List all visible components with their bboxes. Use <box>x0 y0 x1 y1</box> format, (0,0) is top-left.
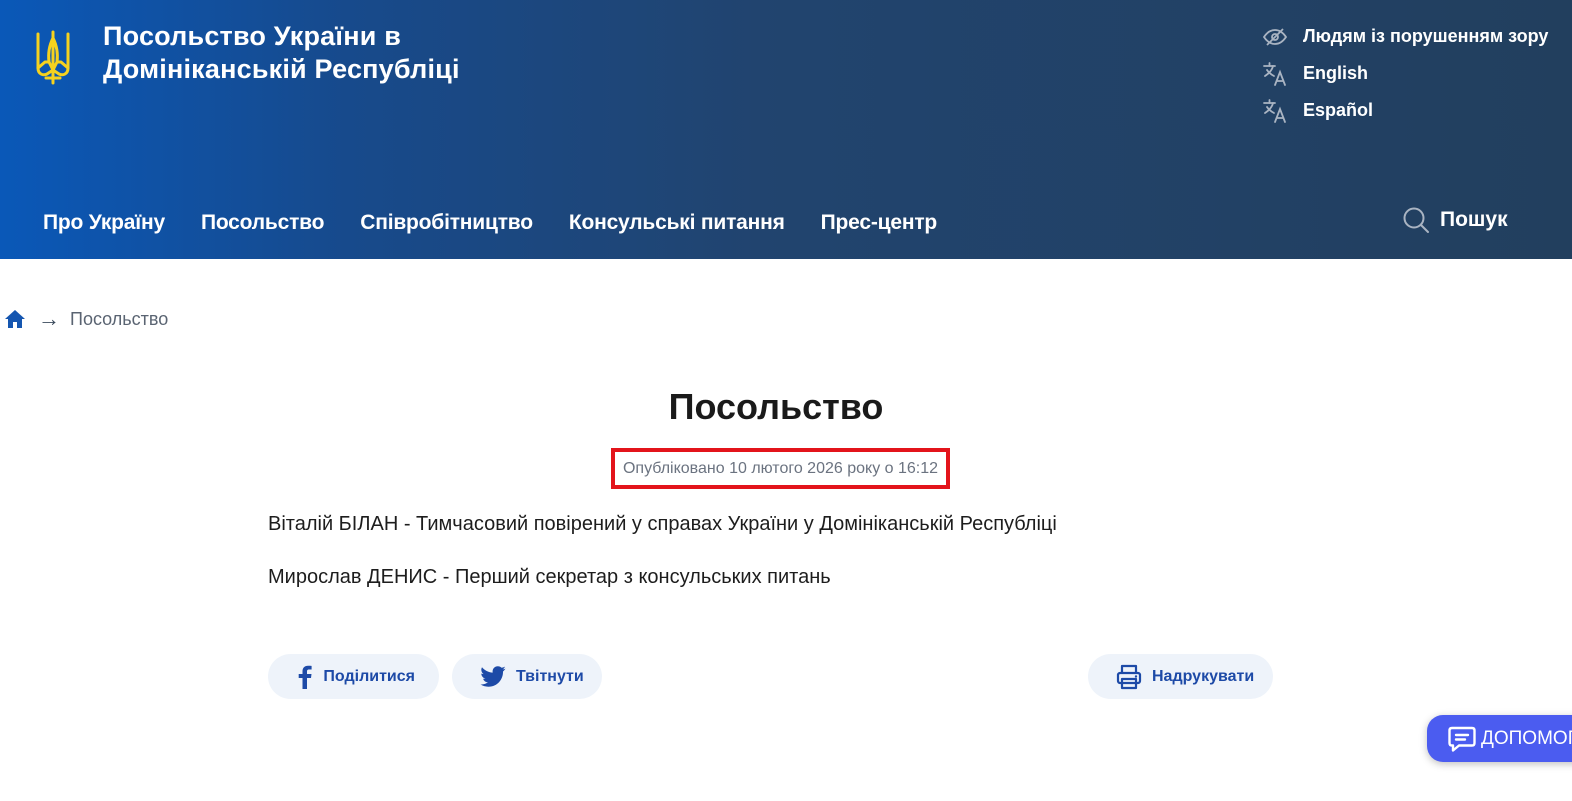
printer-icon <box>1116 664 1142 690</box>
help-label: ДОПОМОГА <box>1481 727 1572 749</box>
print-label: Надрукувати <box>1152 667 1255 685</box>
search-icon <box>1403 207 1429 233</box>
translate-icon <box>1262 61 1288 87</box>
facebook-share-label: Поділитися <box>323 667 415 685</box>
utility-links: Людям із порушенням зору English Español <box>1262 18 1562 129</box>
help-chat-button[interactable]: ДОПОМОГА <box>1427 715 1572 762</box>
breadcrumb-separator: → <box>38 306 60 331</box>
low-vision-link[interactable]: Людям із порушенням зору <box>1262 18 1562 55</box>
low-vision-label: Людям із порушенням зору <box>1303 26 1549 46</box>
facebook-share-button[interactable]: Поділитися <box>268 654 439 699</box>
facebook-icon <box>296 664 313 690</box>
site-title-line2: Домініканській Республіці <box>103 54 460 84</box>
published-date: Опубліковано 10 лютого 2026 року о 16:12 <box>622 459 939 477</box>
breadcrumb: → Посольство <box>4 308 168 330</box>
espanol-link[interactable]: Español <box>1262 92 1562 129</box>
nav-item-press-center[interactable]: Прес-центр <box>821 204 938 242</box>
nav-item-about-ukraine[interactable]: Про Україну <box>43 204 165 242</box>
site-header: Посольство України в Домініканській Респ… <box>0 0 1572 259</box>
site-title[interactable]: Посольство України в Домініканській Респ… <box>103 20 523 86</box>
low-vision-icon <box>1262 24 1288 50</box>
nav-item-cooperation[interactable]: Співробітництво <box>360 204 533 242</box>
twitter-share-label: Твітнути <box>516 667 584 685</box>
chat-icon <box>1448 726 1476 752</box>
english-label: English <box>1303 63 1369 83</box>
translate-icon <box>1262 98 1288 124</box>
published-highlight: Опубліковано 10 лютого 2026 року о 16:12 <box>611 448 950 489</box>
nav-item-embassy[interactable]: Посольство <box>201 204 325 242</box>
article-paragraph: Мирослав ДЕНИС - Перший секретар з консу… <box>268 566 831 588</box>
main-nav: Про Україну Посольство Співробітництво К… <box>43 204 973 242</box>
site-title-line1: Посольство України в <box>103 21 401 51</box>
nav-item-consular[interactable]: Консульські питання <box>569 204 785 242</box>
twitter-share-button[interactable]: Твітнути <box>452 654 602 699</box>
home-icon[interactable] <box>4 308 26 330</box>
article-paragraph: Віталій БІЛАН - Тимчасовий повірений у с… <box>268 513 1057 535</box>
print-button[interactable]: Надрукувати <box>1088 654 1273 699</box>
twitter-icon <box>480 664 506 690</box>
search-label: Пошук <box>1440 208 1508 231</box>
search-button[interactable]: Пошук <box>1402 206 1508 234</box>
page-title: Посольство <box>668 386 884 427</box>
trident-emblem-icon[interactable] <box>34 28 72 86</box>
article-content: Віталій БІЛАН - Тимчасовий повірений у с… <box>268 510 1278 616</box>
breadcrumb-current: Посольство <box>70 308 169 329</box>
espanol-label: Español <box>1303 100 1374 120</box>
english-link[interactable]: English <box>1262 55 1562 92</box>
